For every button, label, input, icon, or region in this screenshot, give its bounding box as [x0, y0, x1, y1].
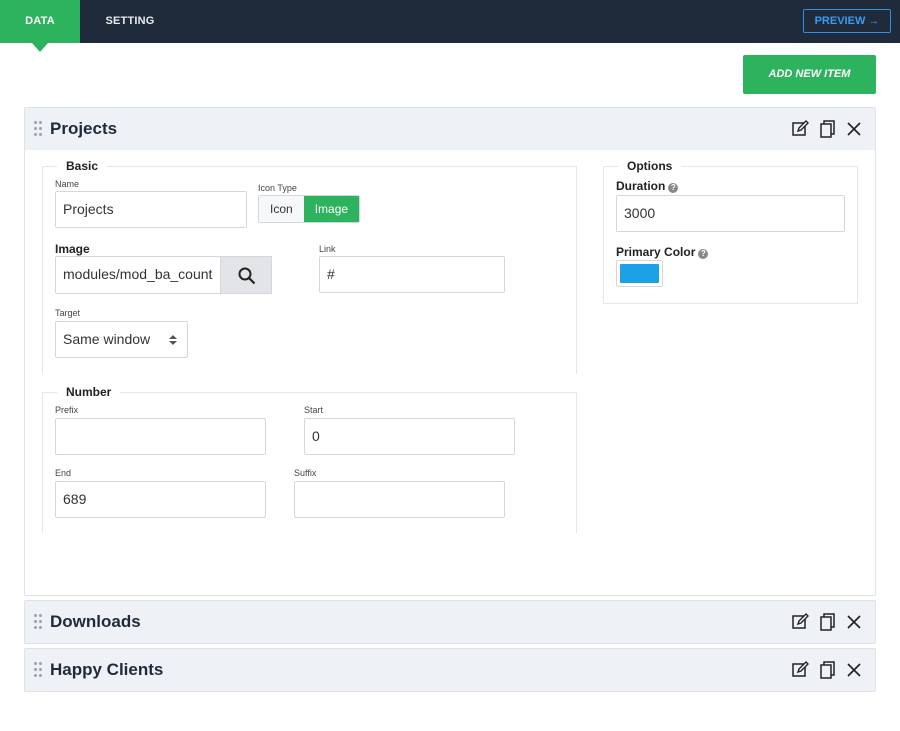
duplicate-icon[interactable]: [818, 613, 836, 631]
duration-input[interactable]: 3000: [616, 195, 845, 232]
close-icon[interactable]: [845, 661, 863, 679]
help-icon[interactable]: ?: [698, 249, 709, 259]
suffix-label: Suffix: [294, 468, 317, 478]
primary-color-label: Primary Color: [616, 245, 696, 259]
tab-setting[interactable]: SETTING: [90, 0, 170, 43]
panel-header[interactable]: Projects: [25, 108, 875, 150]
icon-type-option-image[interactable]: Image: [303, 196, 360, 222]
panel-title: Projects: [50, 119, 118, 138]
icon-type-toggle: Icon Image: [258, 195, 361, 223]
target-selected-value: Same window: [63, 331, 151, 347]
name-input[interactable]: Projects: [55, 191, 247, 228]
duration-label: Duration: [616, 179, 666, 193]
close-icon[interactable]: [845, 613, 863, 631]
suffix-input[interactable]: [294, 481, 505, 518]
top-bar: DATA SETTING PREVIEW →: [0, 0, 900, 52]
tab-data-label: DATA: [25, 15, 55, 27]
primary-color-label-wrap: Primary Color?: [616, 245, 709, 259]
prefix-input[interactable]: [55, 418, 266, 455]
drag-handle-icon[interactable]: [34, 614, 42, 630]
icon-type-option-icon[interactable]: Icon: [259, 196, 304, 222]
panel-header[interactable]: Downloads: [25, 601, 875, 643]
duration-label-wrap: Duration?: [616, 179, 679, 193]
end-label: End: [55, 468, 72, 478]
target-select[interactable]: Same window: [55, 321, 188, 358]
number-legend: Number: [57, 385, 121, 399]
item-panel-happy-clients: Happy Clients: [24, 648, 876, 692]
image-label: Image: [55, 242, 90, 256]
panel-header[interactable]: Happy Clients: [25, 649, 875, 691]
preview-button[interactable]: PREVIEW →: [803, 9, 891, 33]
help-icon[interactable]: ?: [668, 183, 679, 193]
image-path-input[interactable]: modules/mod_ba_count: [55, 256, 221, 294]
edit-icon[interactable]: [791, 120, 809, 138]
primary-color-picker[interactable]: [616, 260, 663, 287]
end-input[interactable]: 689: [55, 481, 266, 518]
active-tab-caret: [32, 43, 48, 52]
duplicate-icon[interactable]: [818, 120, 836, 138]
start-input[interactable]: 0: [304, 418, 515, 455]
target-label: Target: [55, 308, 81, 318]
start-label: Start: [304, 405, 324, 415]
tab-data[interactable]: DATA: [0, 0, 80, 52]
panel-actions: [791, 613, 863, 631]
prefix-label: Prefix: [55, 405, 79, 415]
icon-type-label: Icon Type: [258, 183, 297, 193]
options-legend: Options: [618, 159, 682, 173]
drag-handle-icon[interactable]: [34, 662, 42, 678]
search-icon: [238, 267, 256, 285]
name-label: Name: [55, 179, 80, 189]
item-panel-downloads: Downloads: [24, 600, 876, 644]
image-browse-button[interactable]: [220, 256, 272, 294]
close-icon[interactable]: [845, 120, 863, 138]
basic-legend: Basic: [57, 159, 108, 173]
add-new-item-button[interactable]: ADD NEW ITEM: [743, 55, 876, 94]
panel-title: Happy Clients: [50, 660, 164, 679]
edit-icon[interactable]: [791, 613, 809, 631]
panel-title: Downloads: [50, 612, 141, 631]
edit-icon[interactable]: [791, 661, 809, 679]
link-input[interactable]: #: [319, 256, 505, 293]
duplicate-icon[interactable]: [818, 661, 836, 679]
select-arrows-icon: [169, 335, 177, 345]
tab-setting-label: SETTING: [105, 15, 155, 27]
panel-actions: [791, 120, 863, 138]
link-label: Link: [319, 244, 336, 254]
panel-actions: [791, 661, 863, 679]
drag-handle-icon[interactable]: [34, 121, 42, 137]
primary-color-swatch: [620, 264, 659, 283]
